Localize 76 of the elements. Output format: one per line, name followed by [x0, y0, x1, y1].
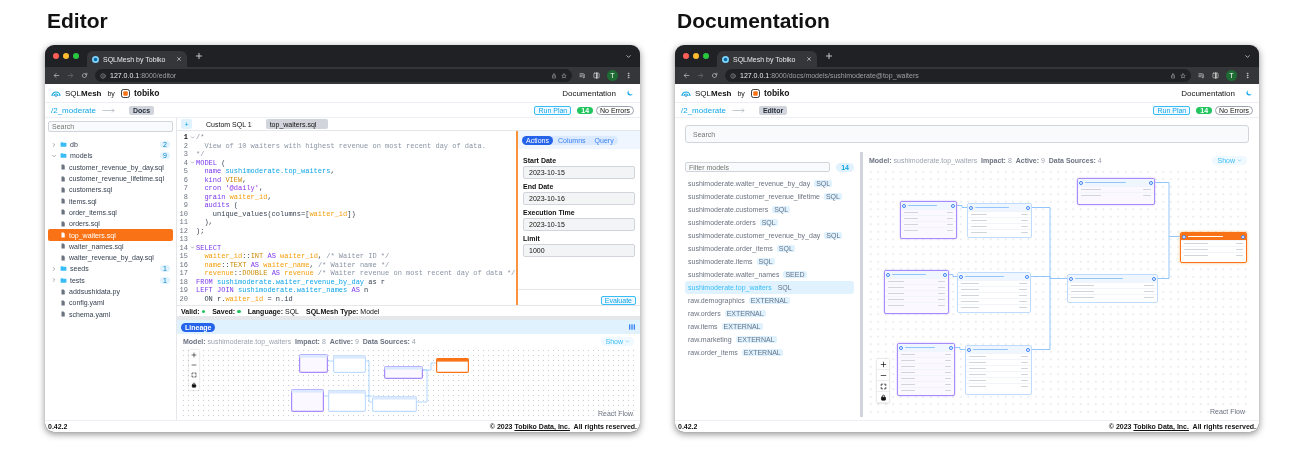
plus-icon[interactable]	[195, 52, 203, 60]
folder-icon	[60, 265, 67, 273]
back-icon[interactable]	[683, 72, 690, 79]
connector-line	[954, 347, 966, 350]
moon-icon[interactable]	[1245, 89, 1253, 97]
graph-node[interactable]	[436, 358, 469, 373]
tobiko-logo-icon	[750, 88, 760, 98]
zoom-in-icon[interactable]	[879, 360, 887, 368]
maximize-window-button[interactable]	[73, 53, 79, 59]
chevron-right-icon[interactable]	[51, 141, 57, 148]
chevron-down-icon[interactable]	[625, 52, 632, 60]
share-icon[interactable]	[551, 72, 557, 79]
minimize-window-button[interactable]	[63, 53, 69, 59]
moon-icon[interactable]	[626, 89, 634, 97]
maximize-window-button[interactable]	[703, 53, 709, 59]
menu-icon[interactable]	[625, 72, 632, 79]
graph-node[interactable]	[384, 366, 423, 379]
side-panel-icon[interactable]	[1212, 72, 1219, 79]
tobiko-logo-icon	[120, 88, 130, 98]
lock-icon[interactable]	[191, 382, 197, 388]
info-icon[interactable]	[730, 72, 736, 79]
brand-name: tobiko	[763, 88, 790, 98]
app-logo[interactable]: SQLMesh	[65, 88, 102, 98]
folder-icon	[60, 141, 67, 149]
arrow-right-icon	[731, 107, 745, 113]
caret-down-icon	[625, 338, 630, 344]
star-icon[interactable]	[561, 72, 567, 79]
graph-node[interactable]	[299, 354, 328, 373]
chevron-down-icon[interactable]	[1244, 52, 1251, 60]
fit-view-icon[interactable]	[191, 372, 197, 378]
reload-icon[interactable]	[81, 72, 88, 79]
connector-line	[956, 205, 968, 208]
brand-name: tobiko	[133, 88, 160, 98]
section-heading: Editor	[46, 8, 109, 34]
model-node[interactable]	[1180, 232, 1247, 263]
star-icon[interactable]	[1180, 72, 1186, 79]
side-panel-icon[interactable]	[593, 72, 600, 79]
folder-icon	[60, 276, 67, 284]
model-node[interactable]	[884, 270, 949, 314]
chevron-right-icon[interactable]	[51, 265, 57, 272]
zoom-in-icon[interactable]	[191, 352, 197, 358]
close-icon[interactable]	[806, 56, 812, 62]
fit-view-icon[interactable]	[879, 382, 887, 390]
close-icon[interactable]	[176, 56, 182, 62]
documentation-link[interactable]: Documentation	[1181, 88, 1235, 98]
close-window-button[interactable]	[683, 53, 689, 59]
plus-icon[interactable]	[825, 52, 833, 60]
playlist-icon[interactable]	[1198, 72, 1205, 79]
graph-node[interactable]	[291, 389, 324, 412]
sqlmesh-logo-icon	[51, 89, 61, 97]
documentation-link[interactable]: Documentation	[562, 88, 616, 98]
playlist-icon[interactable]	[579, 72, 586, 79]
caret-down-icon	[1237, 157, 1242, 163]
folder-icon	[60, 152, 67, 160]
info-icon[interactable]	[100, 72, 106, 79]
sqlmesh-logo-icon	[681, 89, 691, 97]
columns-icon[interactable]	[628, 323, 636, 331]
model-node[interactable]	[1077, 178, 1155, 205]
section-heading: Documentation	[676, 8, 831, 34]
app-logo[interactable]: SQLMesh	[695, 88, 732, 98]
back-icon[interactable]	[53, 72, 60, 79]
menu-icon[interactable]	[1244, 72, 1251, 79]
chevron-right-icon[interactable]	[51, 277, 57, 284]
connector-line	[948, 274, 958, 277]
favicon-icon	[92, 55, 99, 63]
lock-icon[interactable]	[879, 393, 887, 401]
share-icon[interactable]	[1170, 72, 1176, 79]
forward-icon[interactable]	[67, 72, 74, 79]
minimize-window-button[interactable]	[693, 53, 699, 59]
close-window-button[interactable]	[53, 53, 59, 59]
arrow-right-icon	[101, 107, 115, 113]
model-node[interactable]	[900, 201, 957, 239]
model-node[interactable]	[897, 343, 955, 396]
reload-icon[interactable]	[711, 72, 718, 79]
forward-icon[interactable]	[697, 72, 704, 79]
favicon-icon	[722, 55, 729, 63]
